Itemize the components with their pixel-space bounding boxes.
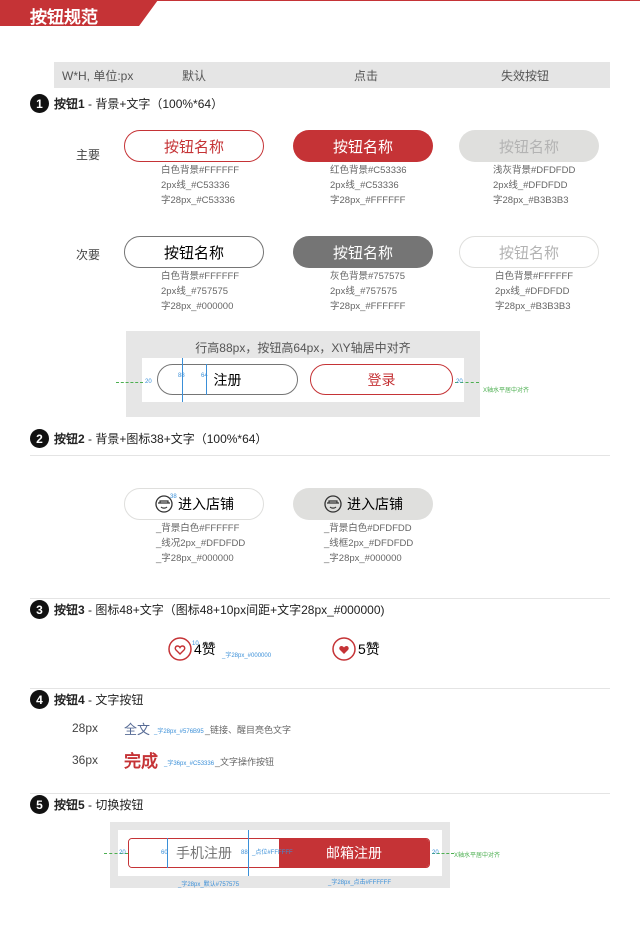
demo-caption: 行高88px，按钮高64px，X\Y轴居中对齐 [195,341,411,355]
header-disabled: 失效按钮 [501,69,550,83]
link-note: _字28px_#576B95 [154,729,204,735]
spec-text: 白色背景#FFFFFF 2px线_#C53336 字28px_#C53336 [161,165,240,206]
height-label: 88 [178,373,185,379]
done-text-button[interactable]: 完成 [124,747,158,772]
axis-note: X轴水平居中对齐 [483,388,530,394]
spec-text: 灰色背景#757575 2px线_#757575 字28px_#FFFFFF [330,271,406,312]
like-count: 5赞 [358,641,380,657]
toggle-note-left: _字28px_默认#757575 [178,882,240,888]
secondary-click-button[interactable]: 按钮名称 [293,236,433,268]
secondary-default-button[interactable]: 按钮名称 [124,236,264,268]
margin-label: 20 [456,379,463,385]
spec-text: 红色背景#C53336 2px线_#C53336 字28px_#FFFFFF [330,165,407,206]
section-divider [30,455,610,456]
like-button-active[interactable]: 5赞 [332,637,380,661]
heart-outline-icon [168,637,192,661]
secondary-label: 次要 [76,248,101,262]
page-title-tab: 按钮规范 [0,0,158,26]
email-register-tab[interactable]: 邮箱注册 [279,839,429,867]
spec-text: 白色背景#FFFFFF 2px线_#DFDFDD 字28px_#B3B3B3 [495,271,574,312]
section-5-heading: 5 按钮5 - 切换按钮 [30,795,143,814]
margin-label: 20 [119,850,126,856]
height-marker-88 [182,358,183,402]
page-title: 按钮规范 [30,8,98,27]
link-desc: _链接、醒目亮色文字 [205,725,292,735]
primary-label: 主要 [76,148,101,162]
store-icon [323,494,343,514]
axis-note: X轴水平居中对齐 [454,853,501,859]
spec-text: _背景白色#DFDFDD _线框2px_#DFDFDD _字28px_#000000 [324,523,414,564]
section-divider [30,598,610,599]
login-button[interactable]: 登录 [310,364,453,395]
primary-disabled-button: 按钮名称 [459,130,599,162]
height-marker-88 [248,830,249,876]
height-label: 64 [201,373,208,379]
section-3-heading: 3 按钮3 - 图标48+文字（图标48+10px间距+文字28px_#0000… [30,600,385,619]
section-subtitle: - 背景+文字（100%*64） [84,97,224,111]
text-size-label: 28px [72,721,99,735]
spec-text: _背景白色#FFFFFF _线况2px_#DFDFDD _字28px_#000000 [156,523,246,564]
height-marker-64 [206,364,207,395]
mid-note: _点位#FFFFFF [252,850,293,856]
height-label: 88 [241,850,248,856]
section-divider [30,688,610,689]
header-click: 点击 [354,69,379,83]
header-size: W*H, 单位:px [62,69,134,83]
section-divider [30,793,610,794]
register-button[interactable]: 注册 [157,364,298,395]
margin-label: 20 [432,850,439,856]
primary-default-button[interactable]: 按钮名称 [124,130,264,162]
spec-text: 白色背景#FFFFFF 2px线_#757575 字28px_#000000 [161,271,240,312]
section-1-heading: 1 按钮1 - 背景+文字（100%*64） [30,94,223,113]
enter-store-default-button[interactable]: 进入店铺 [124,488,264,520]
section-4-heading: 4 按钮4 - 文字按钮 [30,690,143,709]
toggle-note-right: _字28px_点击#FFFFFF [328,880,392,886]
height-label: 60 [161,850,168,856]
header-default: 默认 [182,69,207,83]
primary-click-button[interactable]: 按钮名称 [293,130,433,162]
axis-guide-left [116,382,143,383]
icon-size-label: 38 [170,494,177,500]
section-number: 1 [30,94,49,113]
margin-label: 20 [145,379,152,385]
section-title: 按钮1 [54,97,85,111]
secondary-disabled-button: 按钮名称 [459,236,599,268]
heart-filled-icon [332,637,356,661]
section-2-heading: 2 按钮2 - 背景+图标38+文字（100%*64） [30,429,267,448]
like-note: _字28px_#000000 [222,653,272,659]
gap-label: 10 [192,641,199,647]
done-note: _字36px_#C53336 [164,761,215,767]
full-text-link[interactable]: 全文 [124,719,150,738]
spec-text: 浅灰背景#DFDFDD 2px线_#DFDFDD 字28px_#B3B3B3 [493,165,576,206]
done-desc: _文字操作按钮 [215,757,275,767]
text-size-label: 36px [72,753,99,767]
column-header: W*H, 单位:px 默认 点击 失效按钮 [54,62,610,88]
enter-store-click-button[interactable]: 进入店铺 [293,488,433,520]
